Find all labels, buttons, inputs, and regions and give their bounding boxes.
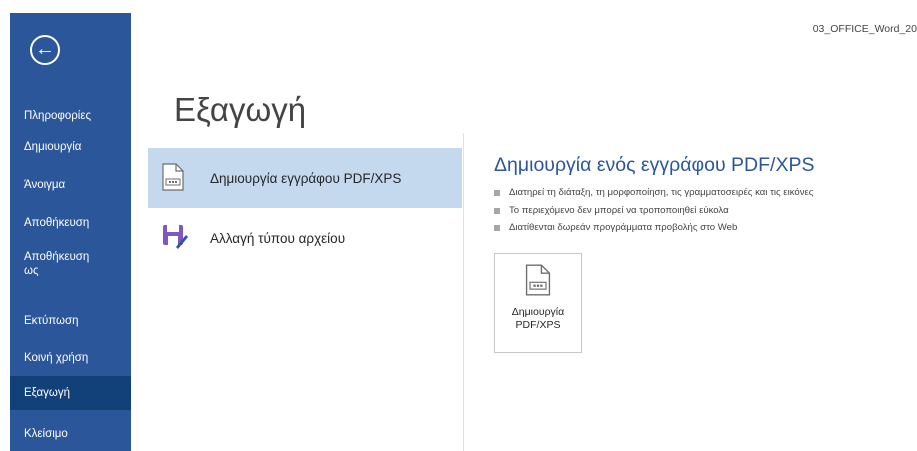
option-label: Αλλαγή τύπου αρχείου [210, 230, 346, 246]
sidebar-item-open[interactable]: Άνοιγμα [10, 168, 131, 202]
sidebar-item-info[interactable]: Πληροφορίες [10, 99, 131, 133]
sidebar-item-save[interactable]: Αποθήκευση [10, 206, 131, 240]
bullet-square-icon [494, 225, 500, 231]
bullet-square-icon [494, 207, 500, 214]
page-title: Εξαγωγή [174, 91, 307, 128]
sidebar-item-label: Δημιουργία [24, 141, 82, 153]
create-pdf-xps-button-label: Δημιουργία PDF/XPS [511, 306, 565, 331]
pdf-document-icon [525, 264, 551, 301]
option-change-file-type[interactable]: Αλλαγή τύπου αρχείου [148, 208, 462, 268]
create-pdf-xps-button[interactable]: Δημιουργία PDF/XPS [494, 253, 582, 353]
backstage-sidebar: ← Πληροφορίες Δημιουργία Άνοιγμα Αποθήκε… [10, 13, 131, 451]
panel-divider [463, 133, 464, 451]
sidebar-item-print[interactable]: Εκτύπωση [10, 304, 131, 338]
word-backstage-export: ← Πληροφορίες Δημιουργία Άνοιγμα Αποθήκε… [0, 0, 917, 451]
list-item: Διατηρεί τη διάταξη, τη μορφοποίηση, τις… [494, 187, 813, 205]
option-label: Δημιουργία εγγράφου PDF/XPS [210, 170, 402, 186]
sidebar-item-label: Κλείσιμο [24, 428, 68, 440]
sidebar-item-label: Εκτύπωση [24, 315, 79, 327]
document-title: 03_OFFICE_Word_20 [812, 23, 917, 35]
list-item: Διατίθενται δωρεάν προγράμματα προβολής … [494, 222, 813, 240]
arrow-left-icon: ← [35, 38, 55, 60]
backstage-main: 03_OFFICE_Word_20 Εξαγωγή Δημιουργία εγγ… [131, 13, 917, 451]
pdf-document-icon [162, 163, 184, 194]
sidebar-item-label: Αποθήκευση ως [24, 251, 90, 277]
sidebar-item-close[interactable]: Κλείσιμο [10, 417, 131, 451]
detail-bullet-list: Διατηρεί τη διάταξη, τη μορφοποίηση, τις… [494, 187, 813, 240]
bullet-square-icon [494, 190, 500, 196]
sidebar-item-label: Εξαγωγή [24, 387, 71, 399]
option-create-pdf-xps[interactable]: Δημιουργία εγγράφου PDF/XPS [148, 148, 462, 208]
detail-title: Δημιουργία ενός εγγράφου PDF/XPS [494, 154, 815, 176]
sidebar-item-label: Αποθήκευση [24, 217, 90, 229]
sidebar-item-label: Άνοιγμα [24, 179, 66, 191]
sidebar-item-export[interactable]: Εξαγωγή [10, 376, 131, 410]
sidebar-item-label: Πληροφορίες [24, 110, 92, 122]
sidebar-item-label: Κοινή χρήση [24, 352, 89, 364]
back-button[interactable]: ← [30, 35, 60, 65]
sidebar-item-new[interactable]: Δημιουργία [10, 130, 131, 164]
save-as-file-type-icon [162, 223, 188, 252]
sidebar-item-share[interactable]: Κοινή χρήση [10, 341, 131, 375]
list-item: Το περιεχόμενο δεν μπορεί να τροποποιηθε… [494, 205, 813, 223]
sidebar-item-save-as[interactable]: Αποθήκευση ως [10, 240, 131, 288]
